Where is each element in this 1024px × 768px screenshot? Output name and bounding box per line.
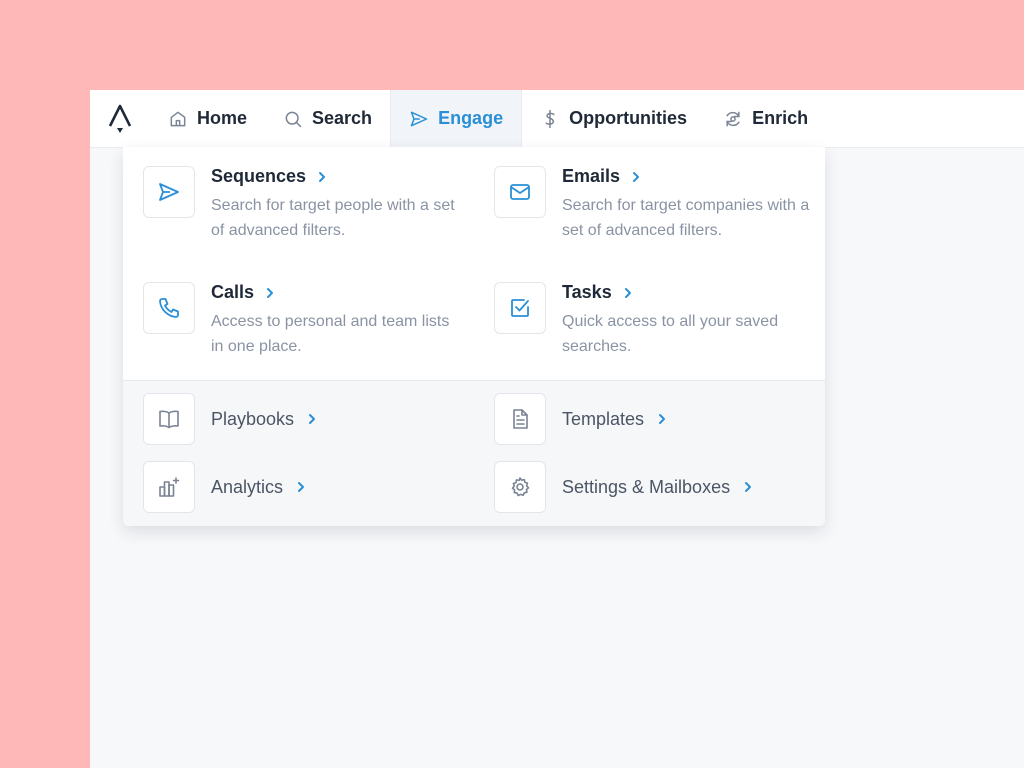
document-icon xyxy=(513,409,528,429)
book-icon xyxy=(159,410,179,429)
tasks-icon-box xyxy=(494,282,546,334)
nav-engage-label: Engage xyxy=(438,108,504,128)
nav-enrich-label: Enrich xyxy=(752,108,809,128)
search-icon xyxy=(285,111,302,127)
playbooks-icon-box xyxy=(143,393,195,445)
settings-icon-box xyxy=(494,461,546,513)
top-navbar: Home Search Engage Opportunities Enrich xyxy=(90,90,1024,148)
calls-icon-box xyxy=(143,282,195,334)
sequences-title-row[interactable]: Sequences xyxy=(211,166,328,187)
chevron-right-icon xyxy=(319,171,326,182)
emails-title-row[interactable]: Emails xyxy=(562,166,642,187)
templates-label-row[interactable]: Templates xyxy=(562,393,668,445)
analytics-label: Analytics xyxy=(211,476,284,497)
menu-link-playbooks[interactable]: Playbooks xyxy=(143,393,463,447)
tasks-title-row[interactable]: Tasks xyxy=(562,282,634,303)
menu-link-templates[interactable]: Templates xyxy=(494,393,814,447)
calls-title: Calls xyxy=(211,282,255,302)
nav-opportunities-label: Opportunities xyxy=(569,108,688,128)
engage-dropdown-menu: Sequences Search for target people with … xyxy=(123,147,825,526)
menu-link-analytics[interactable]: Analytics xyxy=(143,461,463,515)
dollar-icon xyxy=(545,109,555,128)
sequences-title: Sequences xyxy=(211,166,307,186)
playbooks-label: Playbooks xyxy=(211,408,295,429)
home-icon xyxy=(170,111,186,126)
settings-mailboxes-label: Settings & Mailboxes xyxy=(562,476,731,497)
nav-search-label: Search xyxy=(312,108,373,128)
analytics-icon-box xyxy=(143,461,195,513)
refresh-icon xyxy=(726,111,740,126)
chevron-right-icon xyxy=(298,482,305,492)
send-icon xyxy=(410,111,428,126)
nav-home[interactable]: Home xyxy=(150,90,265,147)
tasks-title: Tasks xyxy=(562,282,612,302)
tasks-description: Quick access to all your saved searches. xyxy=(562,313,779,355)
sequences-description: Search for target people with a set of a… xyxy=(211,197,455,239)
featured-section: Sequences Search for target people with … xyxy=(123,147,825,381)
chevron-right-icon xyxy=(267,287,274,298)
templates-label: Templates xyxy=(562,408,645,429)
nav-enrich[interactable]: Enrich xyxy=(705,90,826,147)
calls-title-row[interactable]: Calls xyxy=(211,282,276,303)
chevron-right-icon xyxy=(624,287,631,298)
emails-title: Emails xyxy=(562,166,621,186)
phone-icon xyxy=(159,298,179,318)
playbooks-label-row[interactable]: Playbooks xyxy=(211,393,318,445)
menu-link-settings-mailboxes[interactable]: Settings & Mailboxes xyxy=(494,461,814,515)
secondary-links-section: Playbooks Templates Analytics Settings &… xyxy=(123,381,825,526)
send-icon xyxy=(159,183,179,201)
nav-opportunities[interactable]: Opportunities xyxy=(522,90,705,147)
mail-icon xyxy=(510,184,530,200)
chevron-right-icon xyxy=(309,414,316,424)
checkbox-icon xyxy=(511,299,529,317)
chevron-right-icon xyxy=(659,414,666,424)
nav-search[interactable]: Search xyxy=(265,90,390,147)
calls-description: Access to personal and team lists in one… xyxy=(211,313,450,355)
nav-home-label: Home xyxy=(197,108,248,128)
chart-icon xyxy=(159,477,180,497)
logo-icon xyxy=(108,104,132,133)
templates-icon-box xyxy=(494,393,546,445)
logo[interactable] xyxy=(90,90,150,147)
nav-engage[interactable]: Engage xyxy=(390,90,523,147)
sequences-icon-box xyxy=(143,166,195,218)
chevron-right-icon xyxy=(633,171,640,182)
gear-icon xyxy=(511,477,530,497)
analytics-label-row[interactable]: Analytics xyxy=(211,461,307,513)
settings-mailboxes-label-row[interactable]: Settings & Mailboxes xyxy=(562,461,754,513)
chevron-right-icon xyxy=(745,482,752,492)
emails-description: Search for target companies with a set o… xyxy=(562,197,810,239)
emails-icon-box xyxy=(494,166,546,218)
